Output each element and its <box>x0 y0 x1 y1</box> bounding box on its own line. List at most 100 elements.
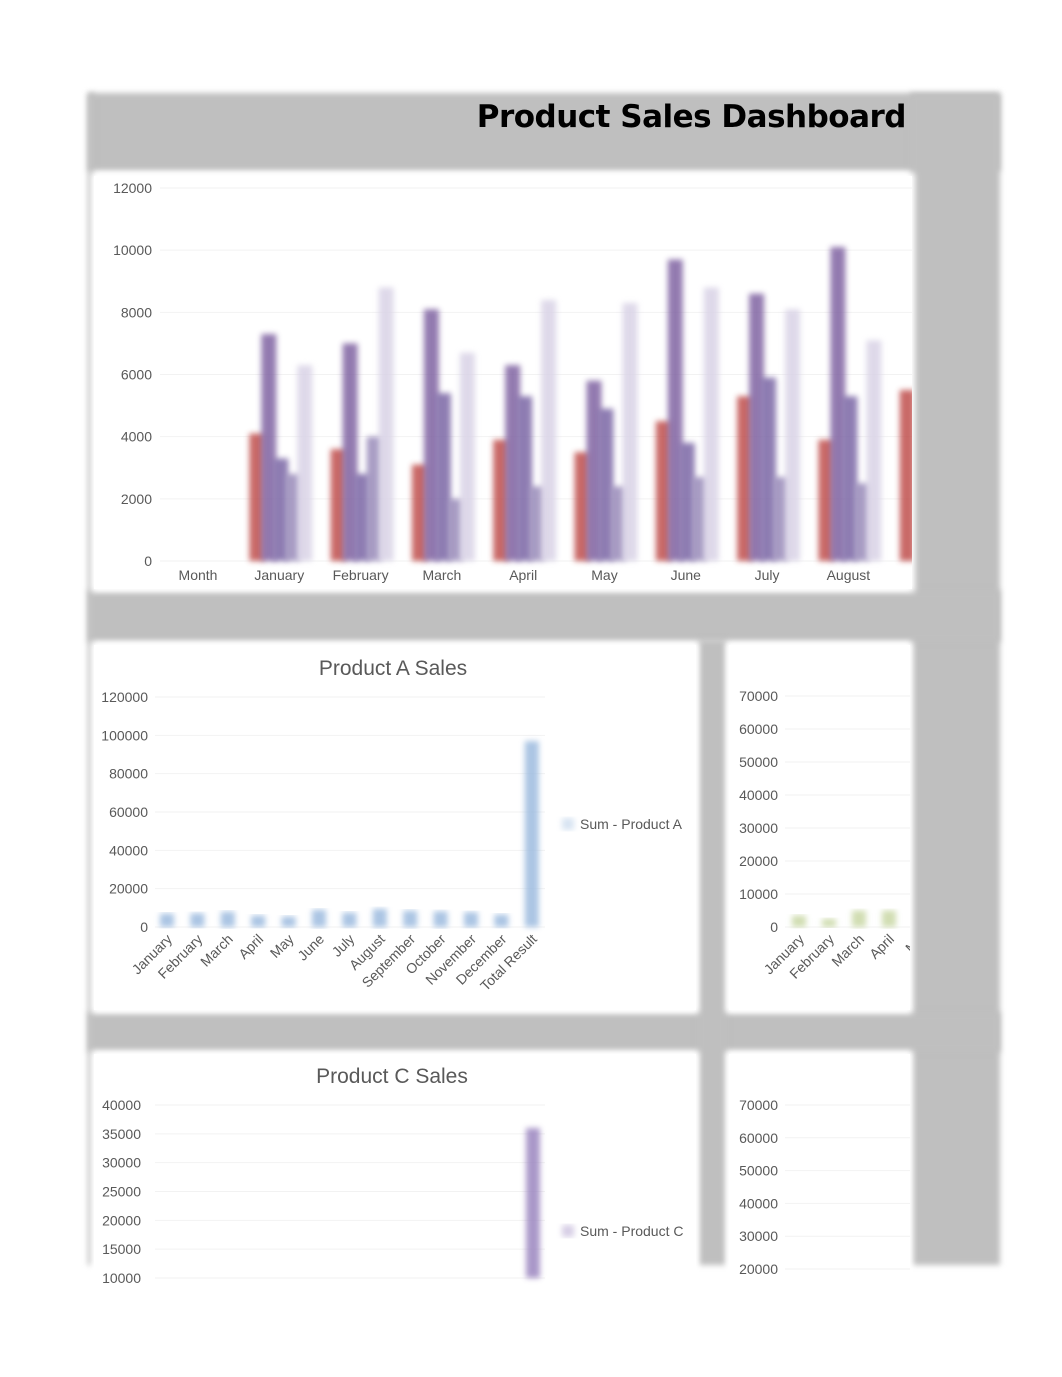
y-tick-label: 40000 <box>102 1097 141 1113</box>
x-tick-label: June <box>294 931 327 964</box>
x-tick-label: April <box>866 931 897 962</box>
bar[interactable] <box>378 287 394 561</box>
x-tick-label: June <box>671 567 702 583</box>
bar[interactable] <box>622 303 638 561</box>
main-sales-chart[interactable]: 0 2000 4000 6000 8000 10000 12000 Month January F… <box>94 176 912 589</box>
y-tick-label: 20000 <box>739 853 778 869</box>
product-d-sales-chart[interactable]: 20000 30000 40000 50000 60000 70000 <box>729 1054 910 1294</box>
y-tick-label: 20000 <box>739 1261 778 1277</box>
legend-swatch <box>562 1225 574 1237</box>
dashboard-band-1 <box>88 590 1000 642</box>
y-tick-label: 12000 <box>113 180 152 196</box>
bar[interactable] <box>866 340 882 561</box>
y-tick-label: 30000 <box>102 1155 141 1171</box>
bar[interactable] <box>703 287 719 561</box>
y-tick-label: 10000 <box>739 886 778 902</box>
y-tick-label: 50000 <box>739 1163 778 1179</box>
x-tick-label: Ma <box>902 931 910 956</box>
productB-svg: 010000200003000040000500006000070000Janu… <box>739 688 910 982</box>
y-tick-label: 20000 <box>102 1212 141 1228</box>
bar[interactable] <box>494 914 509 927</box>
x-tick-label: May <box>267 931 297 961</box>
bar[interactable] <box>822 918 836 927</box>
x-tick-label: May <box>591 567 617 583</box>
bar[interactable] <box>160 913 174 927</box>
x-tick-label: January <box>254 567 304 583</box>
y-tick-label: 50000 <box>739 754 778 770</box>
x-tick-label: July <box>755 567 780 583</box>
y-tick-label: 8000 <box>121 304 152 320</box>
bar[interactable] <box>852 910 866 928</box>
bar[interactable] <box>220 911 235 927</box>
chart-title: Product A Sales <box>319 657 467 680</box>
productD-svg: 20000 30000 40000 50000 60000 70000 <box>739 1097 910 1277</box>
x-tick-label: August <box>827 567 871 583</box>
y-tick-label: 60000 <box>109 804 148 820</box>
x-tick-label: February <box>333 567 389 583</box>
y-tick-label: 80000 <box>109 766 148 782</box>
bar[interactable] <box>464 912 478 927</box>
y-tick-label: 0 <box>140 919 148 935</box>
product-a-sales-chart[interactable]: 0 20000 40000 60000 80000 100000 120000 Product… <box>94 645 696 1010</box>
bar[interactable] <box>433 911 448 927</box>
bar[interactable] <box>403 910 418 927</box>
x-tick-label: March <box>828 931 867 970</box>
bar[interactable] <box>297 365 313 561</box>
y-tick-label: 70000 <box>739 1097 778 1113</box>
y-tick-label: 40000 <box>739 1195 778 1211</box>
productC-svg: 10000 15000 20000 25000 30000 35000 40000 Produ… <box>102 1065 683 1294</box>
y-tick-label: 15000 <box>102 1241 141 1257</box>
page-title: Product Sales Dashboard <box>476 99 907 135</box>
y-tick-label: 30000 <box>739 820 778 836</box>
x-tick-label: April <box>509 567 537 583</box>
x-tick-label: Month <box>179 567 218 583</box>
dashboard-frame-right <box>910 93 1000 1265</box>
y-tick-label: 25000 <box>102 1184 141 1200</box>
y-tick-label: 60000 <box>739 721 778 737</box>
bar[interactable] <box>792 915 806 927</box>
legend-swatch <box>562 818 574 830</box>
main-svg: 0 2000 4000 6000 8000 10000 12000 Month January F… <box>113 180 912 583</box>
y-tick-label: 100000 <box>101 727 148 743</box>
bar[interactable] <box>541 299 557 561</box>
bar[interactable] <box>251 915 266 928</box>
y-tick-label: 2000 <box>121 491 152 507</box>
bar[interactable] <box>372 908 387 927</box>
bar[interactable] <box>899 390 912 561</box>
x-tick-label: April <box>235 931 266 962</box>
bar[interactable] <box>190 913 205 927</box>
bar[interactable] <box>312 909 326 927</box>
dashboard-divider <box>697 640 727 1265</box>
y-tick-label: 0 <box>144 553 152 569</box>
productA-svg: 0 20000 40000 60000 80000 100000 120000 Product… <box>101 657 683 994</box>
x-tick-label: Total Result <box>478 1291 541 1294</box>
x-tick-label: March <box>422 567 461 583</box>
y-tick-label: 40000 <box>109 842 148 858</box>
bar[interactable] <box>785 309 801 561</box>
y-tick-label: 30000 <box>739 1228 778 1244</box>
y-tick-label: 60000 <box>739 1130 778 1146</box>
y-tick-label: 35000 <box>102 1126 141 1142</box>
legend-label: Sum - Product A <box>580 816 683 832</box>
y-tick-label: 4000 <box>121 429 152 445</box>
bar[interactable] <box>526 1128 540 1278</box>
y-tick-label: 10000 <box>102 1270 141 1286</box>
bar[interactable] <box>882 910 896 928</box>
bar[interactable] <box>281 916 296 927</box>
y-tick-label: 120000 <box>101 689 148 705</box>
bar[interactable] <box>524 741 539 927</box>
bar[interactable] <box>459 352 475 561</box>
y-tick-label: 6000 <box>121 367 152 383</box>
dashboard-band-2 <box>88 1012 1000 1052</box>
product-c-sales-chart[interactable]: 10000 15000 20000 25000 30000 35000 40000 Produ… <box>94 1054 696 1294</box>
y-tick-label: 10000 <box>113 242 152 258</box>
y-tick-label: 20000 <box>109 881 148 897</box>
x-tick-label: March <box>197 931 236 970</box>
y-tick-label: 70000 <box>739 688 778 704</box>
y-tick-label: 0 <box>770 919 778 935</box>
bar[interactable] <box>342 912 357 927</box>
legend-label: Sum - Product C <box>580 1223 683 1239</box>
product-b-sales-chart[interactable]: 0 10000 20000 30000 40000 50000 60000 70000 Janu… <box>729 645 910 1010</box>
chart-title: Product C Sales <box>316 1065 468 1088</box>
y-tick-label: 40000 <box>739 787 778 803</box>
